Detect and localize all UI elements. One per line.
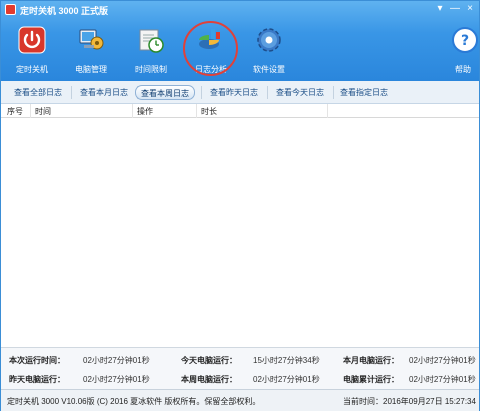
this-run-label: 本次运行时间： [9, 356, 65, 365]
status-bar: 定时关机 3000 V10.06版 (C) 2016 夏冰软件 版权所有。保留全… [1, 389, 479, 411]
highlight-circle-annotation [183, 21, 238, 76]
month-run-value: 02小时27分钟01秒 [409, 356, 476, 365]
svg-text:?: ? [461, 33, 469, 49]
tab-separator [201, 86, 202, 99]
toolbar-help-button[interactable]: ? 帮助 [447, 24, 479, 76]
runtime-stats-panel: 本次运行时间： 02小时27分钟01秒 今天电脑运行： 15小时27分钟34秒 … [1, 347, 479, 389]
current-time-text: 当前时间：2016年09月27日 15:27:34 [343, 397, 476, 406]
toolbar-computer-label: 电脑管理 [75, 65, 107, 74]
toolbar-time-label: 时间限制 [135, 65, 167, 74]
title-bar: 定时关机 3000 正式版 ▾ — × [1, 1, 479, 19]
this-run-value: 02小时27分钟01秒 [83, 356, 150, 365]
header: 定时关机 3000 正式版 ▾ — × 定时关机 电脑管理 时间限制 日志分析 … [1, 1, 479, 81]
copyright-text: 定时关机 3000 V10.06版 (C) 2016 夏冰软件 版权所有。保留全… [7, 397, 261, 406]
help-icon: ? [452, 27, 478, 53]
clock-limit-icon [139, 29, 164, 53]
log-table-body[interactable] [1, 118, 479, 347]
month-run-label: 本月电脑运行： [343, 356, 399, 365]
tab-today-logs[interactable]: 查看今天日志 [271, 85, 329, 100]
app-window: 定时关机 3000 正式版 ▾ — × 定时关机 电脑管理 时间限制 日志分析 … [0, 0, 480, 411]
column-header-duration[interactable]: 时长 [201, 106, 217, 117]
tab-all-logs[interactable]: 查看全部日志 [9, 85, 67, 100]
total-run-label: 电脑累计运行： [343, 375, 399, 384]
app-icon [5, 4, 16, 15]
toolbar-power-button[interactable]: 定时关机 [6, 24, 58, 76]
yesterday-run-label: 昨天电脑运行： [9, 375, 65, 384]
minimize-button[interactable]: ▾ [432, 2, 448, 16]
today-run-label: 今天电脑运行： [181, 356, 237, 365]
week-run-value: 02小时27分钟01秒 [253, 375, 320, 384]
tab-separator [71, 86, 72, 99]
toolbar-settings-label: 软件设置 [253, 65, 285, 74]
toolbar-help-label: 帮助 [455, 65, 471, 74]
computer-manage-icon [79, 29, 104, 50]
tab-month-logs[interactable]: 查看本月日志 [75, 85, 133, 100]
toolbar-power-label: 定时关机 [16, 65, 48, 74]
log-table-header: 序号 时间 操作 时长 [1, 104, 479, 118]
tab-specified-logs[interactable]: 查看指定日志 [335, 85, 393, 100]
power-icon [18, 26, 46, 54]
maximize-button[interactable]: — [447, 2, 463, 16]
column-header-index[interactable]: 序号 [7, 106, 23, 117]
toolbar-time-button[interactable]: 时间限制 [125, 24, 177, 76]
total-run-value: 02小时27分钟01秒 [409, 375, 476, 384]
tab-week-logs[interactable]: 查看本周日志 [135, 85, 195, 100]
week-run-label: 本周电脑运行： [181, 375, 237, 384]
yesterday-run-value: 02小时27分钟01秒 [83, 375, 150, 384]
tab-separator [333, 86, 334, 99]
log-tab-bar: 查看全部日志 查看本月日志 查看本周日志 查看昨天日志 查看今天日志 查看指定日… [1, 81, 479, 104]
column-header-action[interactable]: 操作 [137, 106, 153, 117]
tab-yesterday-logs[interactable]: 查看昨天日志 [205, 85, 263, 100]
gear-icon [257, 28, 281, 52]
today-run-value: 15小时27分钟34秒 [253, 356, 320, 365]
window-title: 定时关机 3000 正式版 [20, 6, 109, 16]
column-header-time[interactable]: 时间 [35, 106, 51, 117]
tab-separator [267, 86, 268, 99]
toolbar-settings-button[interactable]: 软件设置 [243, 24, 295, 76]
close-button[interactable]: × [462, 2, 478, 16]
toolbar-computer-button[interactable]: 电脑管理 [65, 24, 117, 76]
